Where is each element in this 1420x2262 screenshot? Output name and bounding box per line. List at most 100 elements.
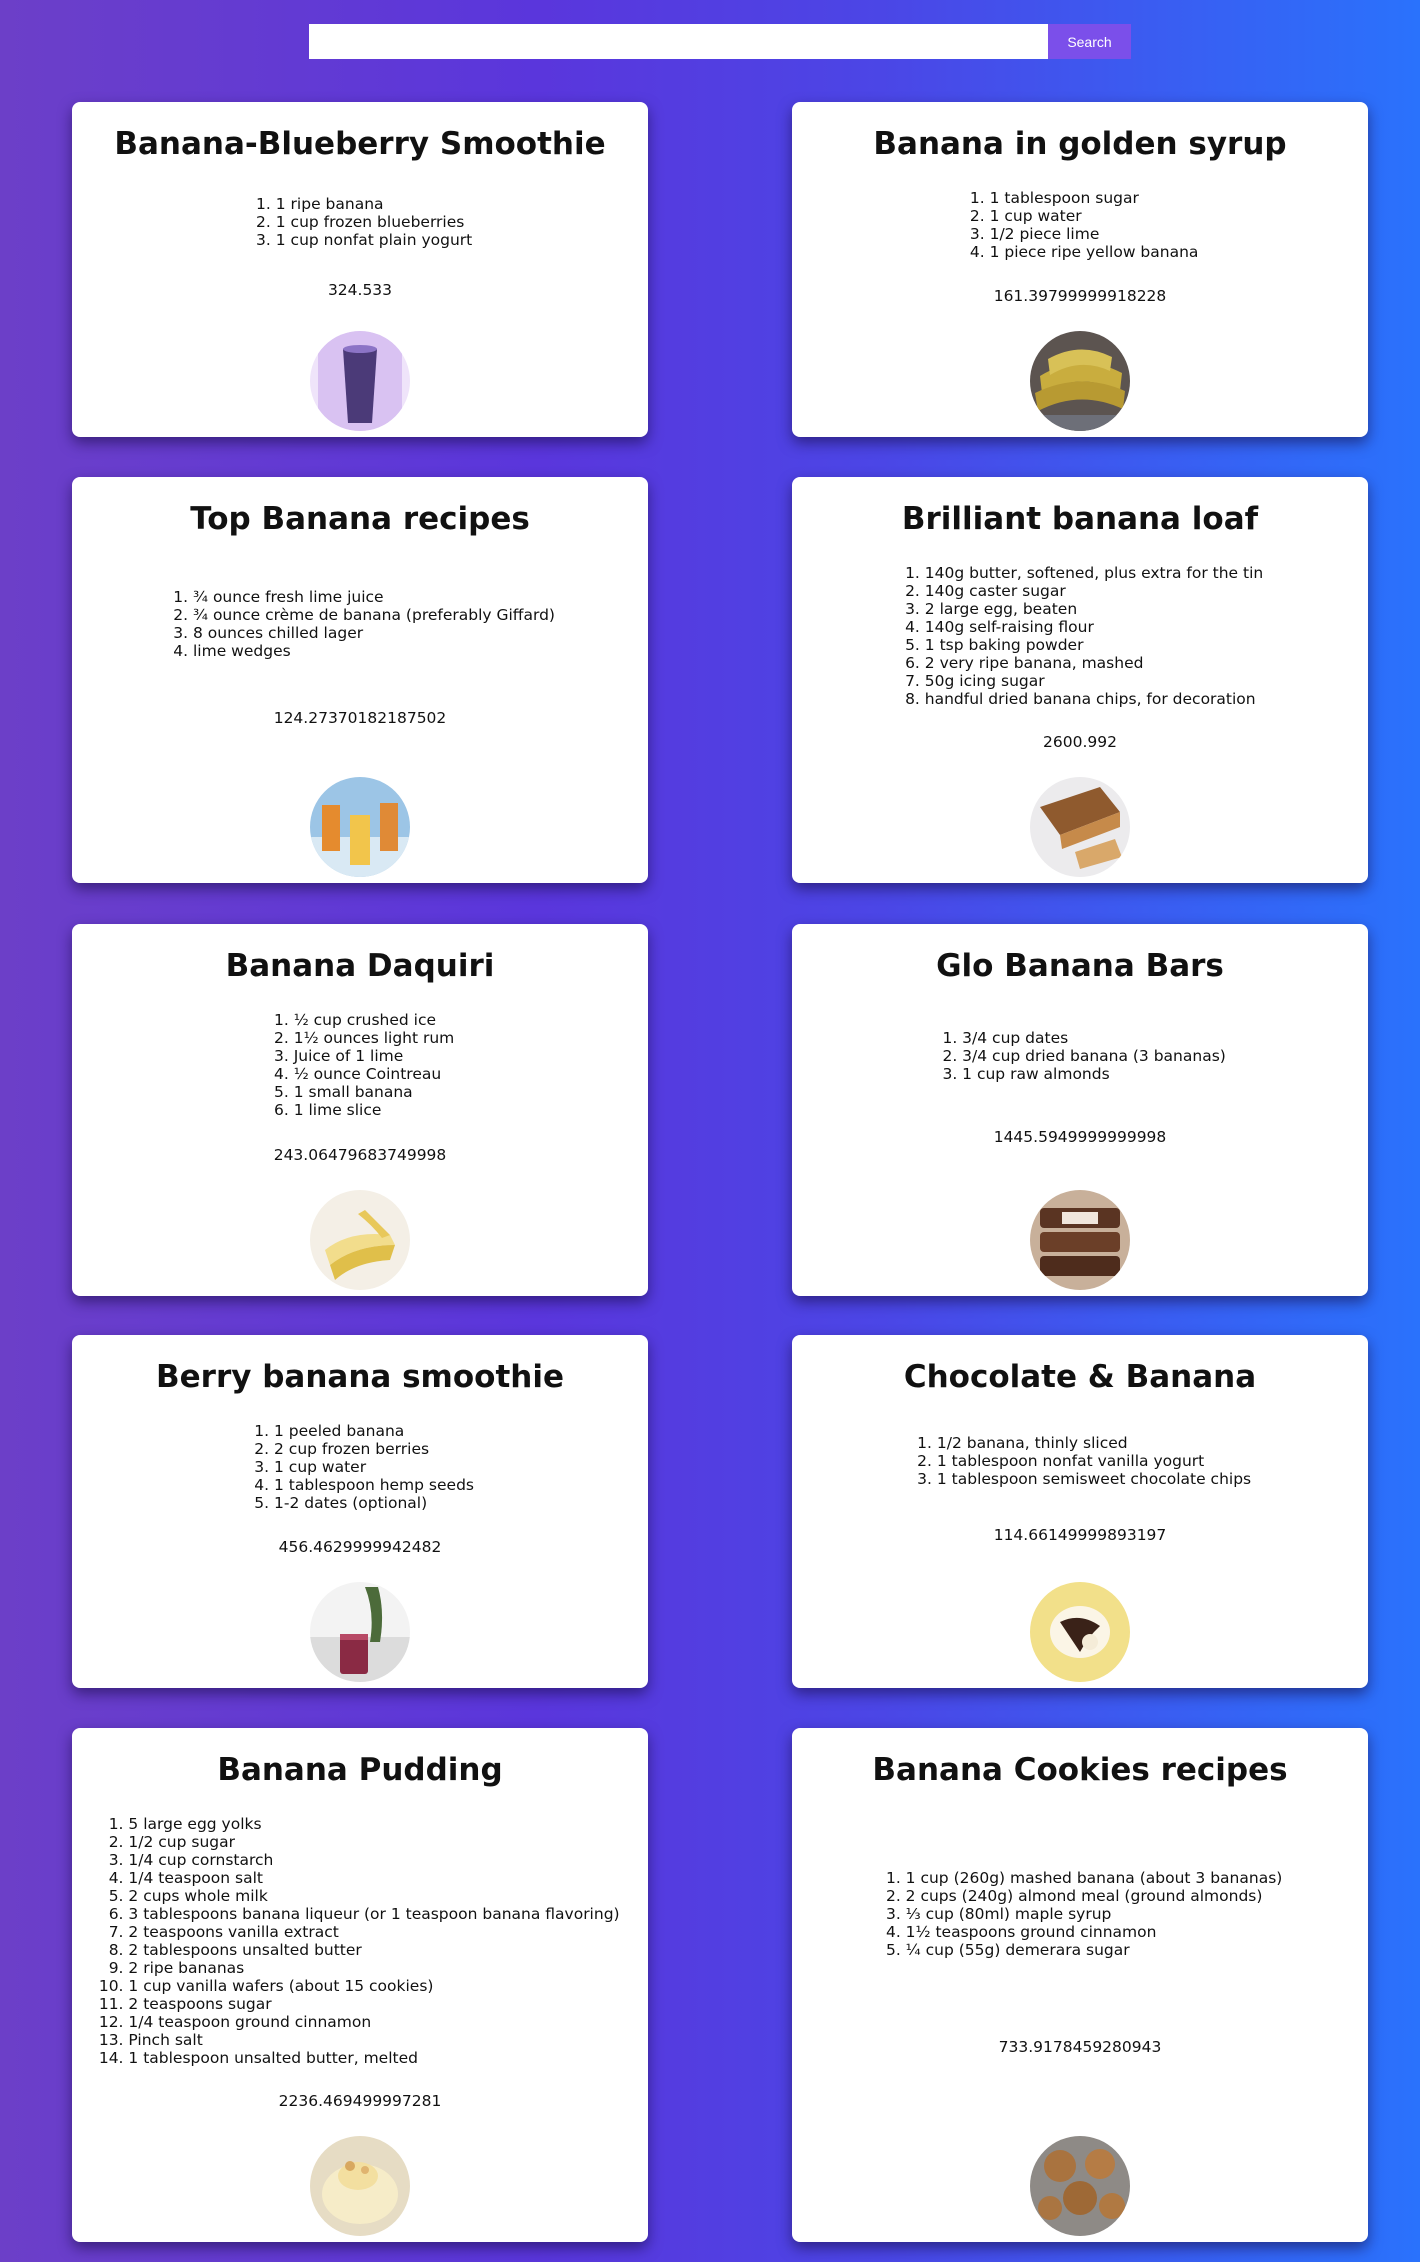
recipe-card: Brilliant banana loaf 140g butter, softe… bbox=[792, 477, 1368, 883]
ingredient-item: 1½ teaspoons ground cinnamon bbox=[906, 1923, 1283, 1941]
ingredient-item: ½ cup crushed ice bbox=[294, 1011, 455, 1029]
recipe-card: Berry banana smoothie 1 peeled banana 2 … bbox=[72, 1335, 648, 1688]
recipe-card: Banana in golden syrup 1 tablespoon suga… bbox=[792, 102, 1368, 437]
ingredient-item: 1 tablespoon nonfat vanilla yogurt bbox=[937, 1452, 1251, 1470]
recipe-calories: 2236.469499997281 bbox=[278, 2092, 442, 2111]
recipe-card: Banana Daquiri ½ cup crushed ice 1½ ounc… bbox=[72, 924, 648, 1296]
ingredient-item: 1 small banana bbox=[294, 1083, 455, 1101]
search-button[interactable]: Search bbox=[1048, 24, 1131, 59]
banana-pudding-image bbox=[310, 2135, 410, 2236]
ingredient-list: 140g butter, softened, plus extra for th… bbox=[897, 564, 1263, 708]
recipe-title: Glo Banana Bars bbox=[936, 948, 1224, 984]
ingredient-item: 1 cup vanilla wafers (about 15 cookies) bbox=[128, 1977, 619, 1995]
ingredient-list: 1 ripe banana 1 cup frozen blueberries 1… bbox=[248, 195, 472, 249]
ingredient-item: 2 very ripe banana, mashed bbox=[925, 654, 1263, 672]
recipe-calories: 161.39799999918228 bbox=[993, 287, 1167, 306]
recipe-title: Top Banana recipes bbox=[190, 501, 530, 537]
ingredient-item: 5 large egg yolks bbox=[128, 1815, 619, 1833]
recipe-card: Top Banana recipes ¾ ounce fresh lime ju… bbox=[72, 477, 648, 883]
recipe-title: Chocolate & Banana bbox=[903, 1359, 1257, 1395]
ingredient-item: 1 cup frozen blueberries bbox=[276, 213, 472, 231]
ingredient-list: 5 large egg yolks 1/2 cup sugar 1/4 cup … bbox=[100, 1815, 619, 2067]
ingredient-item: ½ ounce Cointreau bbox=[294, 1065, 455, 1083]
ingredient-item: 1 tablespoon sugar bbox=[990, 189, 1199, 207]
ingredient-item: 1 piece ripe yellow banana bbox=[990, 243, 1199, 261]
recipe-title: Banana Daquiri bbox=[225, 948, 495, 984]
ingredient-item: 2 ripe bananas bbox=[128, 1959, 619, 1977]
ingredient-item: 2 cups (240g) almond meal (ground almond… bbox=[906, 1887, 1283, 1905]
ingredient-item: 8 ounces chilled lager bbox=[193, 624, 555, 642]
ingredient-list: 1/2 banana, thinly sliced 1 tablespoon n… bbox=[909, 1434, 1251, 1488]
recipe-title: Banana-Blueberry Smoothie bbox=[114, 126, 606, 162]
ingredient-list: 1 cup (260g) mashed banana (about 3 bana… bbox=[878, 1869, 1283, 1959]
ingredient-item: 140g self-raising flour bbox=[925, 618, 1263, 636]
recipe-title: Banana in golden syrup bbox=[873, 126, 1287, 162]
ingredient-item: 1/2 piece lime bbox=[990, 225, 1199, 243]
banana-cookies-image bbox=[1030, 2135, 1130, 2236]
ingredient-item: 1/4 teaspoon salt bbox=[128, 1869, 619, 1887]
recipe-calories: 124.27370182187502 bbox=[273, 709, 447, 728]
ingredient-item: 3 tablespoons banana liqueur (or 1 teasp… bbox=[128, 1905, 619, 1923]
ingredient-list: ¾ ounce fresh lime juice ¾ ounce crème d… bbox=[165, 588, 555, 660]
recipe-card: Banana Cookies recipes 1 cup (260g) mash… bbox=[792, 1728, 1368, 2242]
blueberry-smoothie-image bbox=[310, 331, 410, 431]
recipe-calories: 243.06479683749998 bbox=[273, 1145, 447, 1164]
ingredient-list: 1 tablespoon sugar 1 cup water 1/2 piece… bbox=[962, 189, 1199, 261]
ingredient-item: 1 tablespoon semisweet chocolate chips bbox=[937, 1470, 1251, 1488]
ingredient-item: 1/4 teaspoon ground cinnamon bbox=[128, 2013, 619, 2031]
recipe-card: Banana Pudding 5 large egg yolks 1/2 cup… bbox=[72, 1728, 648, 2242]
ingredient-item: 1/2 cup sugar bbox=[128, 1833, 619, 1851]
banana-bars-image bbox=[1030, 1189, 1130, 1290]
ingredient-list: 1 peeled banana 2 cup frozen berries 1 c… bbox=[246, 1422, 474, 1512]
ingredient-item: Pinch salt bbox=[128, 2031, 619, 2049]
peeled-banana-image bbox=[310, 1189, 410, 1290]
recipe-calories: 324.533 bbox=[327, 281, 393, 300]
ingredient-item: 140g caster sugar bbox=[925, 582, 1263, 600]
ingredient-item: 1 cup water bbox=[990, 207, 1199, 225]
recipe-card: Banana-Blueberry Smoothie 1 ripe banana … bbox=[72, 102, 648, 437]
berry-smoothie-image bbox=[310, 1582, 410, 1682]
ingredient-item: ¼ cup (55g) demerara sugar bbox=[906, 1941, 1283, 1959]
recipe-title: Banana Pudding bbox=[217, 1752, 503, 1788]
ingredient-item: ⅓ cup (80ml) maple syrup bbox=[906, 1905, 1283, 1923]
banana-cocktail-image bbox=[310, 776, 410, 877]
ingredient-item: 2 tablespoons unsalted butter bbox=[128, 1941, 619, 1959]
ingredient-item: Juice of 1 lime bbox=[294, 1047, 455, 1065]
ingredient-list: ½ cup crushed ice 1½ ounces light rum Ju… bbox=[266, 1011, 455, 1119]
ingredient-item: 2 large egg, beaten bbox=[925, 600, 1263, 618]
ingredient-item: 3/4 cup dates bbox=[962, 1029, 1226, 1047]
ingredient-item: 3/4 cup dried banana (3 bananas) bbox=[962, 1047, 1226, 1065]
ingredient-item: ¾ ounce crème de banana (preferably Giff… bbox=[193, 606, 555, 624]
ingredient-item: 1-2 dates (optional) bbox=[274, 1494, 474, 1512]
ingredient-item: 1 cup (260g) mashed banana (about 3 bana… bbox=[906, 1869, 1283, 1887]
ingredient-item: 1 cup nonfat plain yogurt bbox=[276, 231, 472, 249]
chocolate-banana-image bbox=[1030, 1582, 1130, 1682]
recipe-calories: 114.66149999893197 bbox=[993, 1526, 1167, 1545]
recipe-calories: 733.9178459280943 bbox=[998, 2038, 1162, 2057]
ingredient-item: 1/2 banana, thinly sliced bbox=[937, 1434, 1251, 1452]
recipe-card: Glo Banana Bars 3/4 cup dates 3/4 cup dr… bbox=[792, 924, 1368, 1296]
ingredient-item: 1 tablespoon unsalted butter, melted bbox=[128, 2049, 619, 2067]
ingredient-item: 1 cup water bbox=[274, 1458, 474, 1476]
ingredient-item: 1½ ounces light rum bbox=[294, 1029, 455, 1047]
ingredient-item: 2 cup frozen berries bbox=[274, 1440, 474, 1458]
bananas-basket-image bbox=[1030, 331, 1130, 431]
ingredient-item: 2 teaspoons vanilla extract bbox=[128, 1923, 619, 1941]
search-input[interactable] bbox=[309, 24, 1048, 59]
ingredient-item: lime wedges bbox=[193, 642, 555, 660]
ingredient-item: ¾ ounce fresh lime juice bbox=[193, 588, 555, 606]
recipe-title: Banana Cookies recipes bbox=[872, 1752, 1288, 1788]
recipe-card: Chocolate & Banana 1/2 banana, thinly sl… bbox=[792, 1335, 1368, 1688]
ingredient-item: 1 lime slice bbox=[294, 1101, 455, 1119]
recipe-title: Brilliant banana loaf bbox=[901, 501, 1259, 537]
ingredient-list: 3/4 cup dates 3/4 cup dried banana (3 ba… bbox=[934, 1029, 1226, 1083]
search-bar: Search bbox=[309, 24, 1131, 59]
ingredient-item: 1/4 cup cornstarch bbox=[128, 1851, 619, 1869]
ingredient-item: 50g icing sugar bbox=[925, 672, 1263, 690]
ingredient-item: 1 peeled banana bbox=[274, 1422, 474, 1440]
ingredient-item: 140g butter, softened, plus extra for th… bbox=[925, 564, 1263, 582]
recipe-calories: 456.4629999942482 bbox=[278, 1538, 442, 1557]
ingredient-item: 1 tsp baking powder bbox=[925, 636, 1263, 654]
ingredient-item: 2 cups whole milk bbox=[128, 1887, 619, 1905]
ingredient-item: 1 ripe banana bbox=[276, 195, 472, 213]
